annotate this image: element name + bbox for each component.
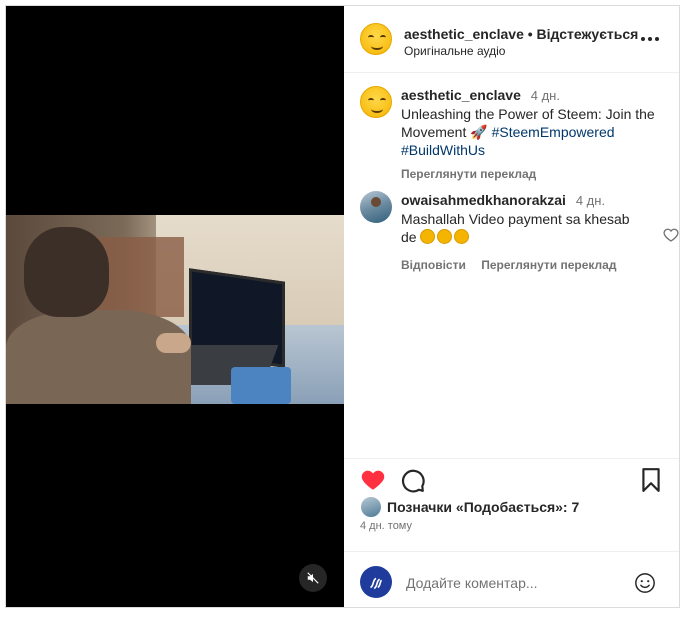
likes-count[interactable]: Позначки «Подобається»: 7 xyxy=(360,496,579,518)
liker-avatar xyxy=(360,496,382,518)
comment-actions: Відповісти Переглянути переклад xyxy=(401,256,646,274)
hashtag-link[interactable]: #SteemEmpowered xyxy=(492,124,615,140)
mute-button[interactable] xyxy=(299,564,327,592)
post-actions-bar xyxy=(344,458,679,499)
person-hand xyxy=(156,333,191,353)
reply-button[interactable]: Відповісти xyxy=(401,258,466,272)
post-modal: aesthetic_enclave • Відстежується Оригін… xyxy=(5,5,680,608)
video-frame[interactable] xyxy=(6,215,344,404)
comment-body: owaisahmedkhanorakzai 4 дн. Mashallah Vi… xyxy=(401,191,646,274)
current-user-avatar[interactable] xyxy=(360,566,392,598)
post-time[interactable]: 4 дн. тому xyxy=(360,520,412,532)
steem-logo-icon xyxy=(370,577,383,590)
more-options-icon[interactable] xyxy=(641,34,661,44)
hashtag-link[interactable]: #BuildWithUs xyxy=(401,142,485,158)
header-line: aesthetic_enclave • Відстежується xyxy=(404,26,638,42)
emoji-icon xyxy=(420,229,436,244)
caption-body: aesthetic_enclave 4 дн. Unleashing the P… xyxy=(401,86,666,183)
comment-like-heart-icon[interactable] xyxy=(663,227,679,243)
person-head xyxy=(24,227,109,317)
post-sidebar: aesthetic_enclave • Відстежується Оригін… xyxy=(344,6,679,607)
caption-translate-link[interactable]: Переглянути переклад xyxy=(401,165,666,183)
comment-translate-link[interactable]: Переглянути переклад xyxy=(481,258,616,272)
comment-time[interactable]: 4 дн. xyxy=(576,193,605,208)
author-avatar[interactable] xyxy=(360,23,392,55)
likes-text[interactable]: Позначки «Подобається»: 7 xyxy=(387,499,579,515)
header-separator: • xyxy=(527,26,533,42)
mute-icon xyxy=(307,572,319,584)
emoji-icon[interactable] xyxy=(634,572,656,594)
caption-avatar[interactable] xyxy=(360,86,392,118)
caption-time[interactable]: 4 дн. xyxy=(531,88,560,103)
person-body xyxy=(6,310,191,404)
comment-input[interactable] xyxy=(404,572,628,594)
bookmark-icon[interactable] xyxy=(638,467,664,493)
audio-label[interactable]: Оригінальне аудіо xyxy=(404,44,505,58)
video-player[interactable] xyxy=(6,6,344,607)
emoji-icon xyxy=(454,229,470,244)
commenter-username[interactable]: owaisahmedkhanorakzai xyxy=(401,192,566,208)
emoji-group xyxy=(420,229,471,245)
author-username[interactable]: aesthetic_enclave xyxy=(404,26,524,42)
follow-status-button[interactable]: Відстежується xyxy=(537,26,639,42)
heart-icon[interactable] xyxy=(360,467,386,493)
caption-username[interactable]: aesthetic_enclave xyxy=(401,87,521,103)
comment-icon[interactable] xyxy=(400,467,426,493)
post-header: aesthetic_enclave • Відстежується Оригін… xyxy=(344,6,679,73)
commenter-avatar[interactable] xyxy=(360,191,392,223)
emoji-icon xyxy=(437,229,453,244)
add-comment-bar xyxy=(344,551,679,608)
blue-box xyxy=(231,367,291,404)
